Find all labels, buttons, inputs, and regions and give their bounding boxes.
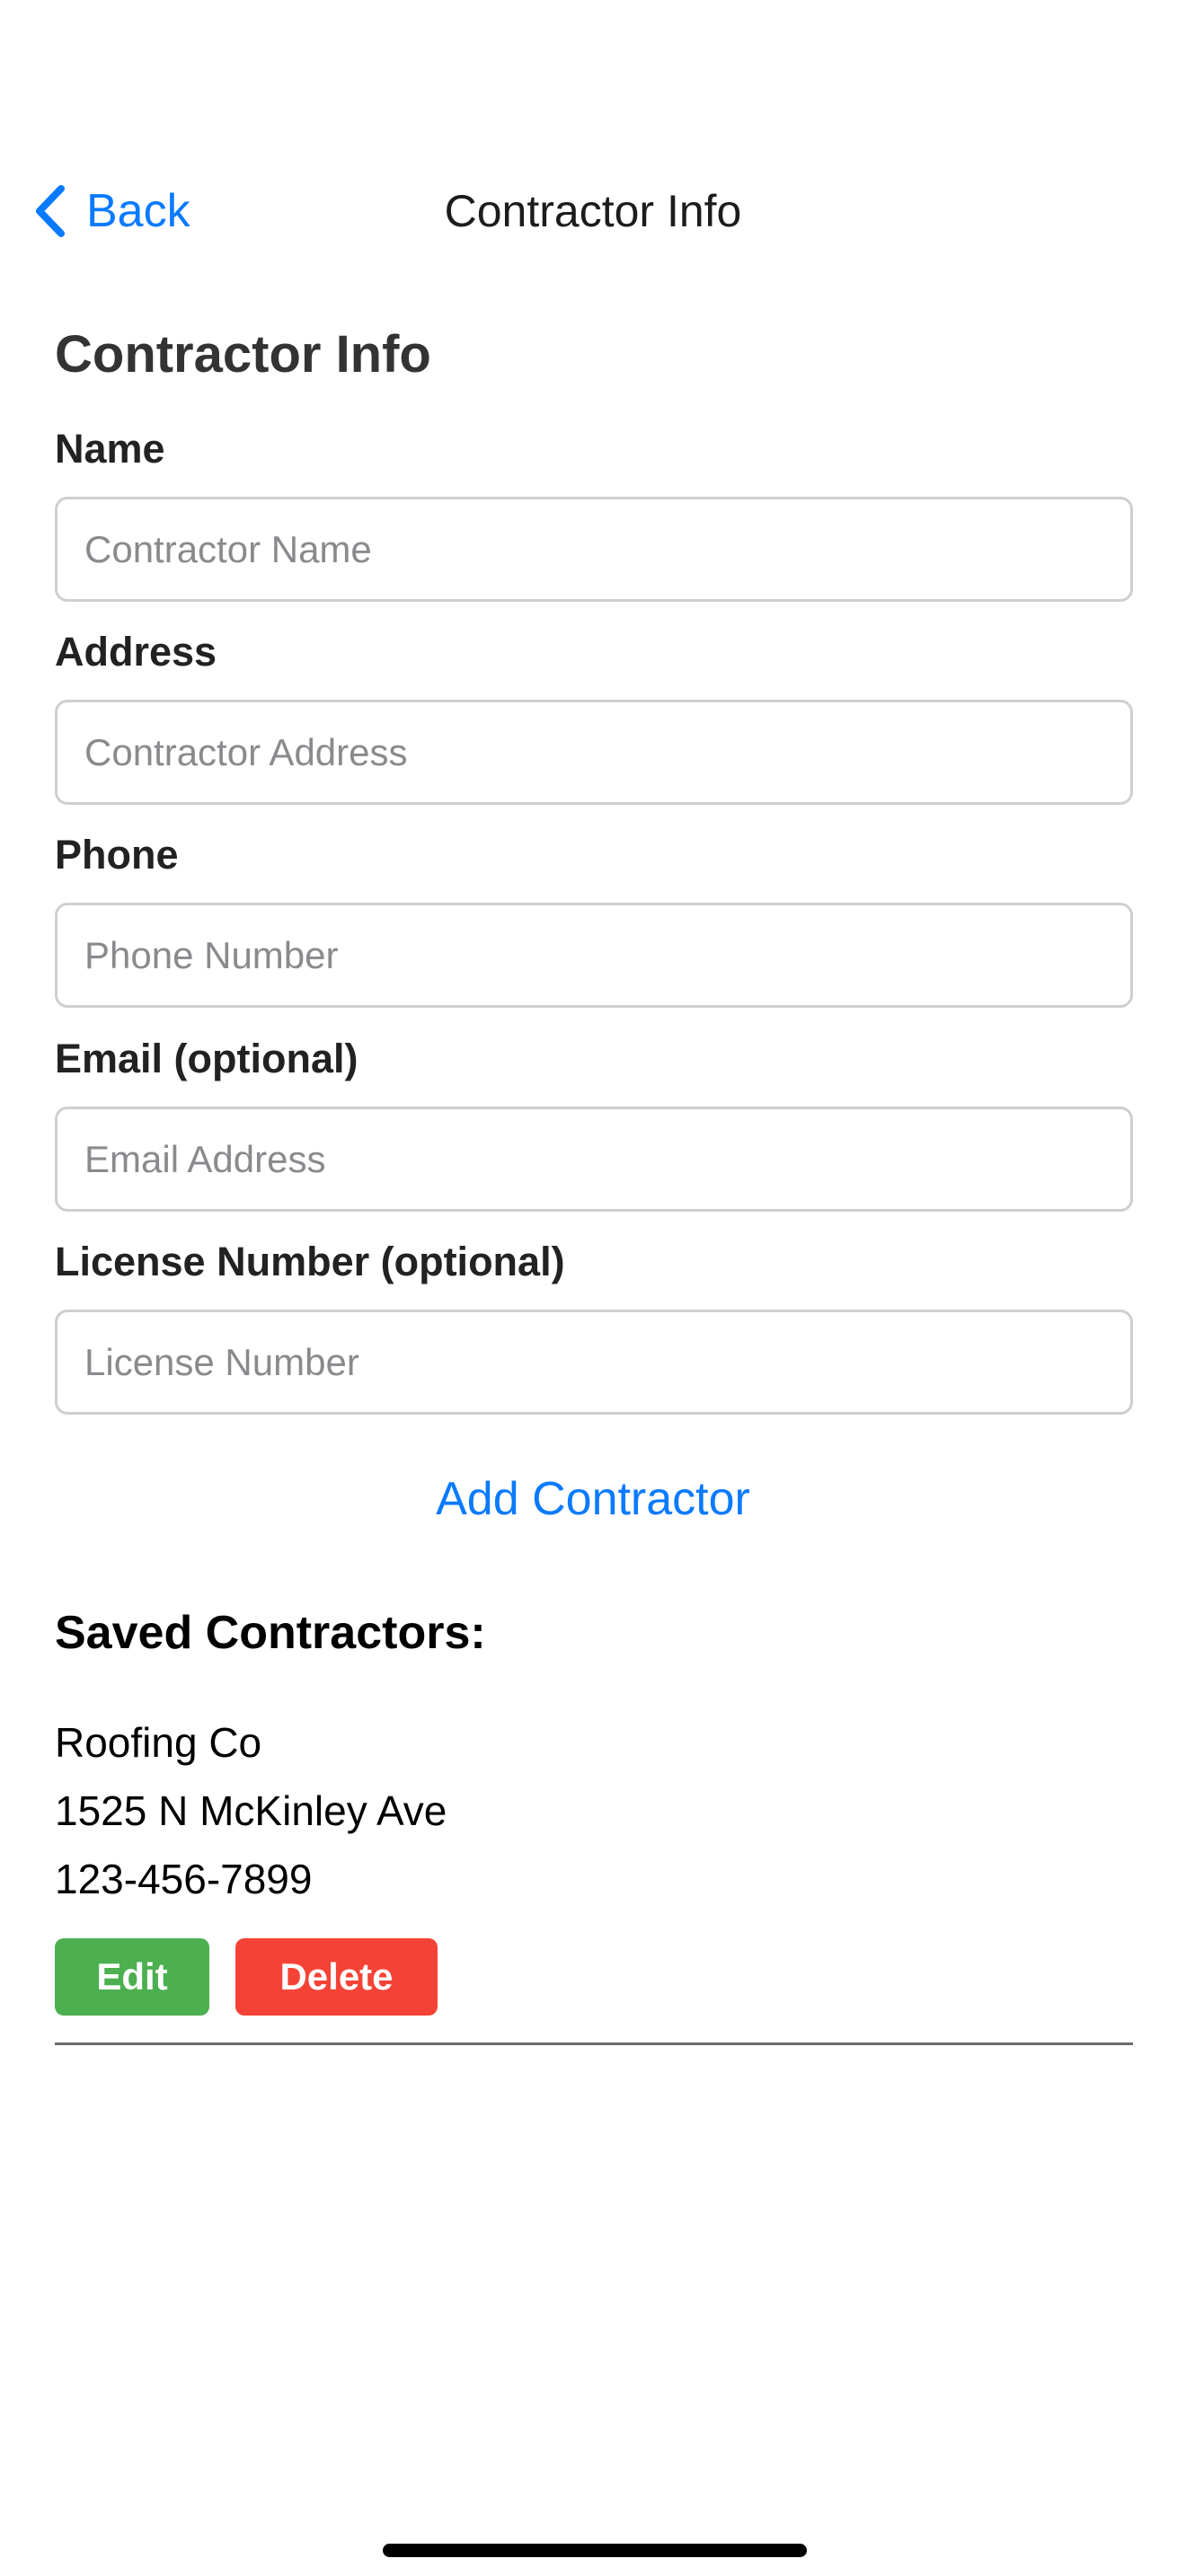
saved-contractors-heading: Saved Contractors:: [55, 1607, 486, 1659]
contractor-address: 1525 N McKinley Ave: [55, 1787, 447, 1834]
nav-title: Contractor Info: [444, 186, 742, 236]
edit-button[interactable]: Edit: [55, 1938, 209, 2016]
name-label: Name: [55, 426, 165, 472]
add-contractor-button[interactable]: Add Contractor: [0, 1464, 1186, 1534]
license-number-label: License Number (optional): [55, 1239, 565, 1284]
contractor-name: Roofing Co: [55, 1719, 262, 1766]
phone-input[interactable]: [55, 903, 1133, 1008]
delete-button[interactable]: Delete: [235, 1938, 438, 2016]
phone-label: Phone: [55, 832, 179, 878]
home-indicator: [383, 2544, 807, 2557]
license-number-input[interactable]: [55, 1310, 1133, 1415]
navigation-bar: Back Contractor Info: [0, 162, 1186, 260]
email-input[interactable]: [55, 1107, 1133, 1212]
name-input[interactable]: [55, 497, 1133, 602]
address-input[interactable]: [55, 700, 1133, 805]
contractor-phone: 123-456-7899: [55, 1856, 313, 1902]
page-title: Contractor Info: [55, 325, 431, 384]
address-label: Address: [55, 629, 217, 675]
divider: [55, 2042, 1133, 2045]
email-label: Email (optional): [55, 1036, 358, 1081]
